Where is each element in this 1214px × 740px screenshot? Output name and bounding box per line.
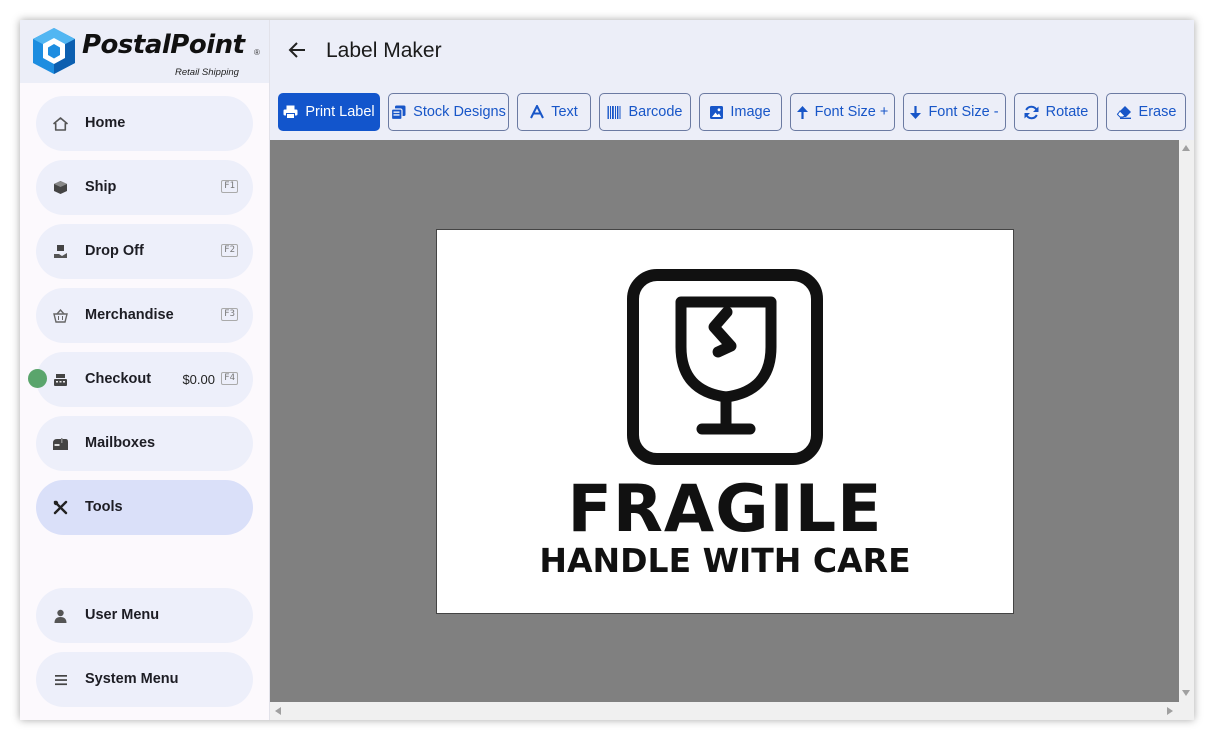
sidebar-item-drop-off[interactable]: Drop Off F2 [36, 224, 253, 279]
sidebar-item-mailboxes[interactable]: Mailboxes [36, 416, 253, 471]
fragile-glass-icon[interactable] [627, 269, 823, 465]
arrow-down-icon [910, 105, 922, 119]
sidebar-item-label: Drop Off [85, 243, 144, 259]
text-icon [530, 105, 545, 119]
sidebar-item-label: Checkout [85, 371, 152, 387]
sidebar-item-label: Ship [85, 179, 117, 195]
sidebar-item-label: System Menu [85, 671, 179, 687]
erase-button[interactable]: Erase [1106, 93, 1186, 131]
label-subtitle-text[interactable]: HANDLE WITH CARE [437, 541, 1013, 581]
image-label: Image [730, 104, 771, 120]
label-title-text[interactable]: FRAGILE [437, 474, 1013, 546]
home-icon [52, 115, 69, 132]
text-button[interactable]: Text [517, 93, 591, 131]
logo: PostalPoint ® Retail Shipping [20, 20, 269, 83]
logo-text: PostalPoint [82, 30, 245, 60]
package-icon [52, 179, 69, 196]
checkout-total: $0.00 [182, 372, 215, 387]
print-label-button[interactable]: Print Label [278, 93, 380, 131]
scroll-left-arrow-icon[interactable] [275, 707, 281, 715]
label-canvas-area[interactable]: FRAGILE HANDLE WITH CARE [270, 140, 1179, 702]
stock-designs-icon [391, 105, 406, 120]
arrow-left-icon[interactable] [288, 41, 306, 59]
sidebar-item-checkout[interactable]: Checkout $0.00 F4 [28, 352, 253, 407]
tools-icon [52, 499, 69, 516]
label-preview[interactable]: FRAGILE HANDLE WITH CARE [436, 229, 1014, 614]
shortcut-key-badge: F1 [221, 180, 238, 193]
scroll-right-arrow-icon[interactable] [1167, 707, 1173, 715]
sidebar-item-system-menu[interactable]: System Menu [36, 652, 253, 707]
print-label-label: Print Label [305, 104, 375, 120]
barcode-icon [607, 105, 621, 119]
arrow-up-icon [796, 105, 808, 119]
stock-designs-button[interactable]: Stock Designs [388, 93, 509, 131]
sidebar-item-label: Tools [85, 499, 123, 515]
app-window: PostalPoint ® Retail Shipping Home Ship … [20, 20, 1194, 720]
sidebar-item-label: Merchandise [85, 307, 174, 323]
image-icon [710, 105, 724, 119]
hamburger-icon [52, 671, 69, 688]
font-size-increase-button[interactable]: Font Size + [790, 93, 895, 131]
sidebar-item-user-menu[interactable]: User Menu [36, 588, 253, 643]
rotate-icon [1024, 105, 1039, 119]
eraser-icon [1116, 106, 1131, 119]
shortcut-key-badge: F3 [221, 308, 238, 321]
sidebar-item-label: Home [85, 115, 126, 131]
rotate-button[interactable]: Rotate [1014, 93, 1098, 131]
sidebar: PostalPoint ® Retail Shipping Home Ship … [20, 20, 270, 720]
shortcut-key-badge: F2 [221, 244, 238, 257]
barcode-label: Barcode [628, 104, 683, 120]
sidebar-item-ship[interactable]: Ship F1 [36, 160, 253, 215]
sidebar-item-tools[interactable]: Tools [36, 480, 253, 535]
font-size-decrease-label: Font Size - [928, 104, 999, 120]
logo-cube-icon [33, 28, 75, 74]
basket-icon [52, 307, 69, 324]
cash-register-icon [52, 371, 69, 388]
font-size-increase-label: Font Size + [814, 104, 889, 120]
scrollbar-corner [1179, 702, 1194, 720]
sidebar-item-label: User Menu [85, 607, 160, 623]
stock-designs-label: Stock Designs [413, 104, 506, 120]
erase-label: Erase [1138, 104, 1177, 120]
logo-subtitle: Retail Shipping [175, 67, 239, 78]
user-icon [52, 607, 69, 624]
text-label: Text [551, 104, 578, 120]
shortcut-key-badge: F4 [221, 372, 238, 385]
logo-registered-mark: ® [254, 48, 260, 57]
mailbox-icon [52, 435, 69, 452]
horizontal-scrollbar[interactable] [270, 702, 1179, 720]
image-button[interactable]: Image [699, 93, 782, 131]
printer-icon [283, 105, 298, 119]
vertical-scrollbar[interactable] [1179, 140, 1194, 702]
font-size-decrease-button[interactable]: Font Size - [903, 93, 1006, 131]
rotate-label: Rotate [1045, 104, 1089, 120]
sidebar-item-home[interactable]: Home [36, 96, 253, 151]
page-title: Label Maker [326, 39, 442, 62]
scroll-up-arrow-icon[interactable] [1182, 145, 1190, 151]
sidebar-item-merchandise[interactable]: Merchandise F3 [36, 288, 253, 343]
scroll-down-arrow-icon[interactable] [1182, 690, 1190, 696]
sidebar-item-label: Mailboxes [85, 435, 156, 451]
hand-package-icon [52, 243, 69, 260]
checkout-status-indicator [28, 369, 47, 388]
header: Label Maker [270, 20, 1194, 83]
barcode-button[interactable]: Barcode [599, 93, 691, 131]
toolbar: Print Label Stock Designs Text Barcode I… [270, 83, 1194, 140]
